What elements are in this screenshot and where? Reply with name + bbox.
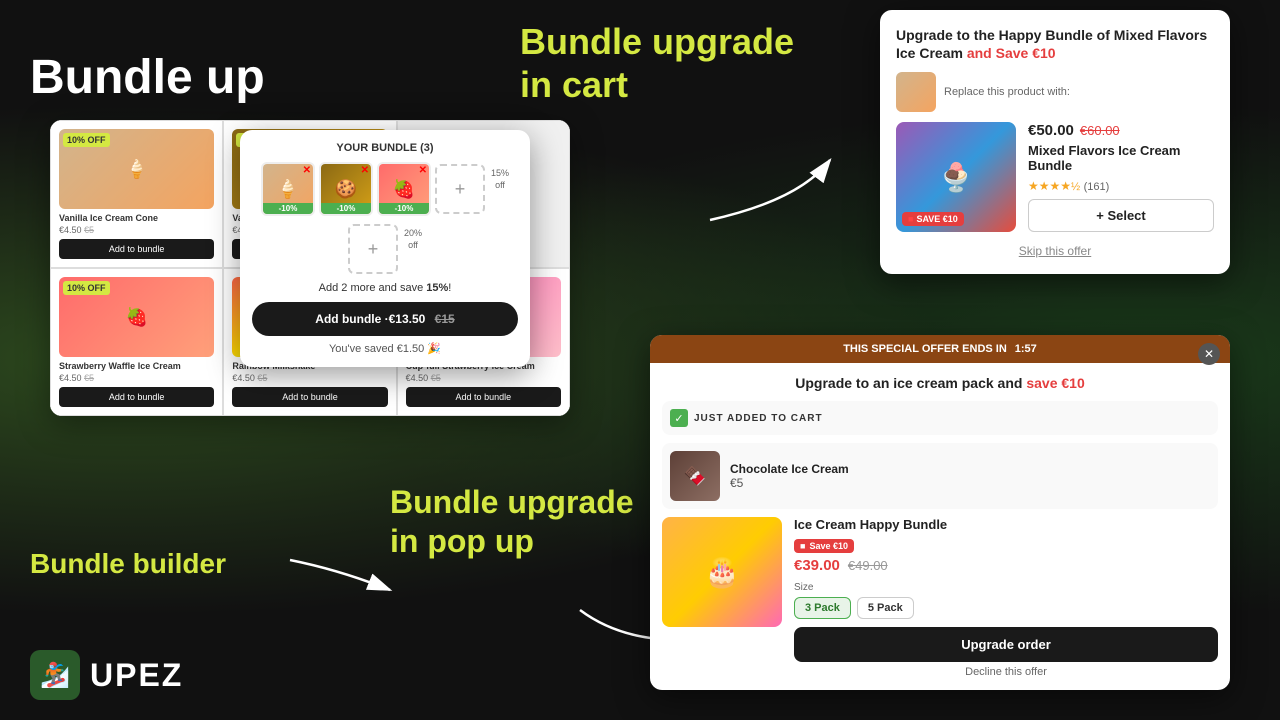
upez-icon: 🏂 (30, 650, 80, 700)
bb-product-img-1: 🍦 10% OFF (59, 129, 214, 209)
cu-product-name: Mixed Flavors Ice Cream Bundle (1028, 143, 1214, 173)
bb-product-3: 🍓 10% OFF Strawberry Waffle Ice Cream €4… (50, 268, 223, 416)
cu-price-row: €50.00 €60.00 (1028, 122, 1214, 139)
pu-size-row: 3 Pack 5 Pack (794, 597, 1218, 619)
bw-item-2: 🍪 ✕ -10% (319, 162, 373, 216)
bb-product-img-3: 🍓 10% OFF (59, 277, 214, 357)
cu-stars: ★★★★½ (161) (1028, 179, 1214, 193)
bw-item-discount-2: -10% (321, 203, 371, 214)
bw-title: YOUR BUNDLE (3) (252, 142, 518, 154)
pu-added-info: Chocolate Ice Cream €5 (730, 462, 849, 490)
upez-logo: 🏂 UPEZ (30, 650, 183, 700)
cu-title-save: and Save €10 (967, 45, 1056, 61)
bb-add-btn-3[interactable]: Add to bundle (59, 387, 214, 407)
bb-product-price-1: €4.50 €5 (59, 225, 214, 235)
pu-added-name: Chocolate Ice Cream (730, 462, 849, 476)
bw-saved-text: You've saved €1.50 🎉 (252, 342, 518, 355)
bb-add-btn-5[interactable]: Add to bundle (406, 387, 561, 407)
bw-off-label-2: 20%off (404, 224, 422, 251)
bw-add-bundle-btn[interactable]: Add bundle ·€13.50 €15 (252, 302, 518, 336)
upez-text: UPEZ (90, 657, 183, 694)
cu-skip-link[interactable]: Skip this offer (896, 244, 1214, 258)
bw-item-x-2: ✕ (361, 165, 369, 176)
bb-add-btn-1[interactable]: Add to bundle (59, 239, 214, 259)
cu-replace-text: Replace this product with: (944, 86, 1070, 98)
pu-title-save: save €10 (1026, 375, 1084, 391)
bw-item-1: 🍦 ✕ -10% (261, 162, 315, 216)
cu-product-info: €50.00 €60.00 Mixed Flavors Ice Cream Bu… (1028, 122, 1214, 232)
cu-review-count: (161) (1084, 181, 1110, 193)
pu-header: THIS SPECIAL OFFER ENDS IN 1:57 ✕ (650, 335, 1230, 363)
bb-off-badge-1: 10% OFF (63, 133, 110, 147)
pu-added-product-row: 🍫 Chocolate Ice Cream €5 (662, 443, 1218, 509)
bb-add-btn-4[interactable]: Add to bundle (232, 387, 387, 407)
cu-select-btn[interactable]: + Select (1028, 199, 1214, 232)
pu-upgrade-btn[interactable]: Upgrade order (794, 627, 1218, 662)
pu-title: Upgrade to an ice cream pack and save €1… (662, 375, 1218, 391)
pu-upgrade-save-badge: ■ Save €10 (794, 539, 854, 553)
pu-upgrade-name: Ice Cream Happy Bundle (794, 517, 1218, 532)
cart-upgrade-card: Upgrade to the Happy Bundle of Mixed Fla… (880, 10, 1230, 274)
cu-product-row: 🍨 ■ SAVE €10 €50.00 €60.00 Mixed Flavors… (896, 122, 1214, 232)
bb-product-name-1: Vanilla Ice Cream Cone (59, 213, 214, 223)
bundle-upgrade-popup-label: Bundle upgrade in pop up (390, 483, 634, 560)
bw-item-discount-1: -10% (263, 203, 313, 214)
bb-off-badge-3: 10% OFF (63, 281, 110, 295)
pu-content: Upgrade to an ice cream pack and save €1… (650, 363, 1230, 690)
main-title: Bundle up (30, 50, 265, 105)
pu-upgrade-price-old: €49.00 (848, 558, 888, 573)
bw-item-plus-1[interactable]: + (435, 164, 485, 214)
bw-item-x-3: ✕ (419, 165, 427, 176)
pu-added-img: 🍫 (670, 451, 720, 501)
cu-product-img: 🍨 ■ SAVE €10 (896, 122, 1016, 232)
popup-upgrade: THIS SPECIAL OFFER ENDS IN 1:57 ✕ Upgrad… (650, 335, 1230, 690)
pu-price-row: €39.00 €49.00 (794, 557, 1218, 574)
pu-just-added-row: ✓ JUST ADDED TO CART (662, 401, 1218, 435)
bb-product-price-4: €4.50 €5 (232, 373, 387, 383)
pu-added-price: €5 (730, 476, 849, 490)
bw-item-3: 🍓 ✕ -10% (377, 162, 431, 216)
bb-product-1: 🍦 10% OFF Vanilla Ice Cream Cone €4.50 €… (50, 120, 223, 268)
pu-upgrade-info: Ice Cream Happy Bundle ■ Save €10 €39.00… (794, 517, 1218, 678)
pu-upgrade-row: ▶ 🎂 Ice Cream Happy Bundle ■ Save €10 €3… (662, 517, 1218, 678)
pu-added-emoji: 🍫 (670, 451, 720, 501)
pu-timer: 1:57 (1015, 343, 1037, 355)
pu-header-text: THIS SPECIAL OFFER ENDS IN (843, 343, 1007, 355)
pu-close-btn[interactable]: ✕ (1198, 343, 1220, 365)
bb-product-price-5: €4.50 €5 (406, 373, 561, 383)
bw-item-discount-3: -10% (379, 203, 429, 214)
bundle-builder-label: Bundle builder (30, 548, 226, 580)
bw-savings-text: Add 2 more and save 15%! (252, 282, 518, 294)
bundle-upgrade-cart-label: Bundle upgrade in cart (520, 20, 794, 106)
pu-size-5pack[interactable]: 5 Pack (857, 597, 914, 619)
pu-just-added-label: JUST ADDED TO CART (694, 413, 823, 424)
pu-check-icon: ✓ (670, 409, 688, 427)
cu-title: Upgrade to the Happy Bundle of Mixed Fla… (896, 26, 1214, 62)
pu-decline-link[interactable]: Decline this offer (794, 666, 1218, 678)
cu-price: €50.00 (1028, 122, 1074, 139)
pu-size-label: Size (794, 582, 1218, 593)
cu-price-old: €60.00 (1080, 123, 1120, 138)
cu-replace-img (896, 72, 936, 112)
cu-replace-row: Replace this product with: (896, 72, 1214, 112)
bw-off-label-1: 15%off (491, 162, 509, 191)
pu-upgrade-emoji: 🎂 (662, 517, 782, 627)
bundle-widget: YOUR BUNDLE (3) 🍦 ✕ -10% 🍪 ✕ -10% 🍓 ✕ -1… (240, 130, 530, 367)
cu-save-badge: ■ SAVE €10 (902, 212, 964, 226)
bw-item-x-1: ✕ (303, 165, 311, 176)
pu-upgrade-price: €39.00 (794, 557, 840, 574)
bb-product-name-3: Strawberry Waffle Ice Cream (59, 361, 214, 371)
bw-second-item[interactable]: + (348, 224, 398, 274)
pu-size-3pack[interactable]: 3 Pack (794, 597, 851, 619)
pu-upgrade-img: 🎂 (662, 517, 782, 627)
bb-product-price-3: €4.50 €5 (59, 373, 214, 383)
